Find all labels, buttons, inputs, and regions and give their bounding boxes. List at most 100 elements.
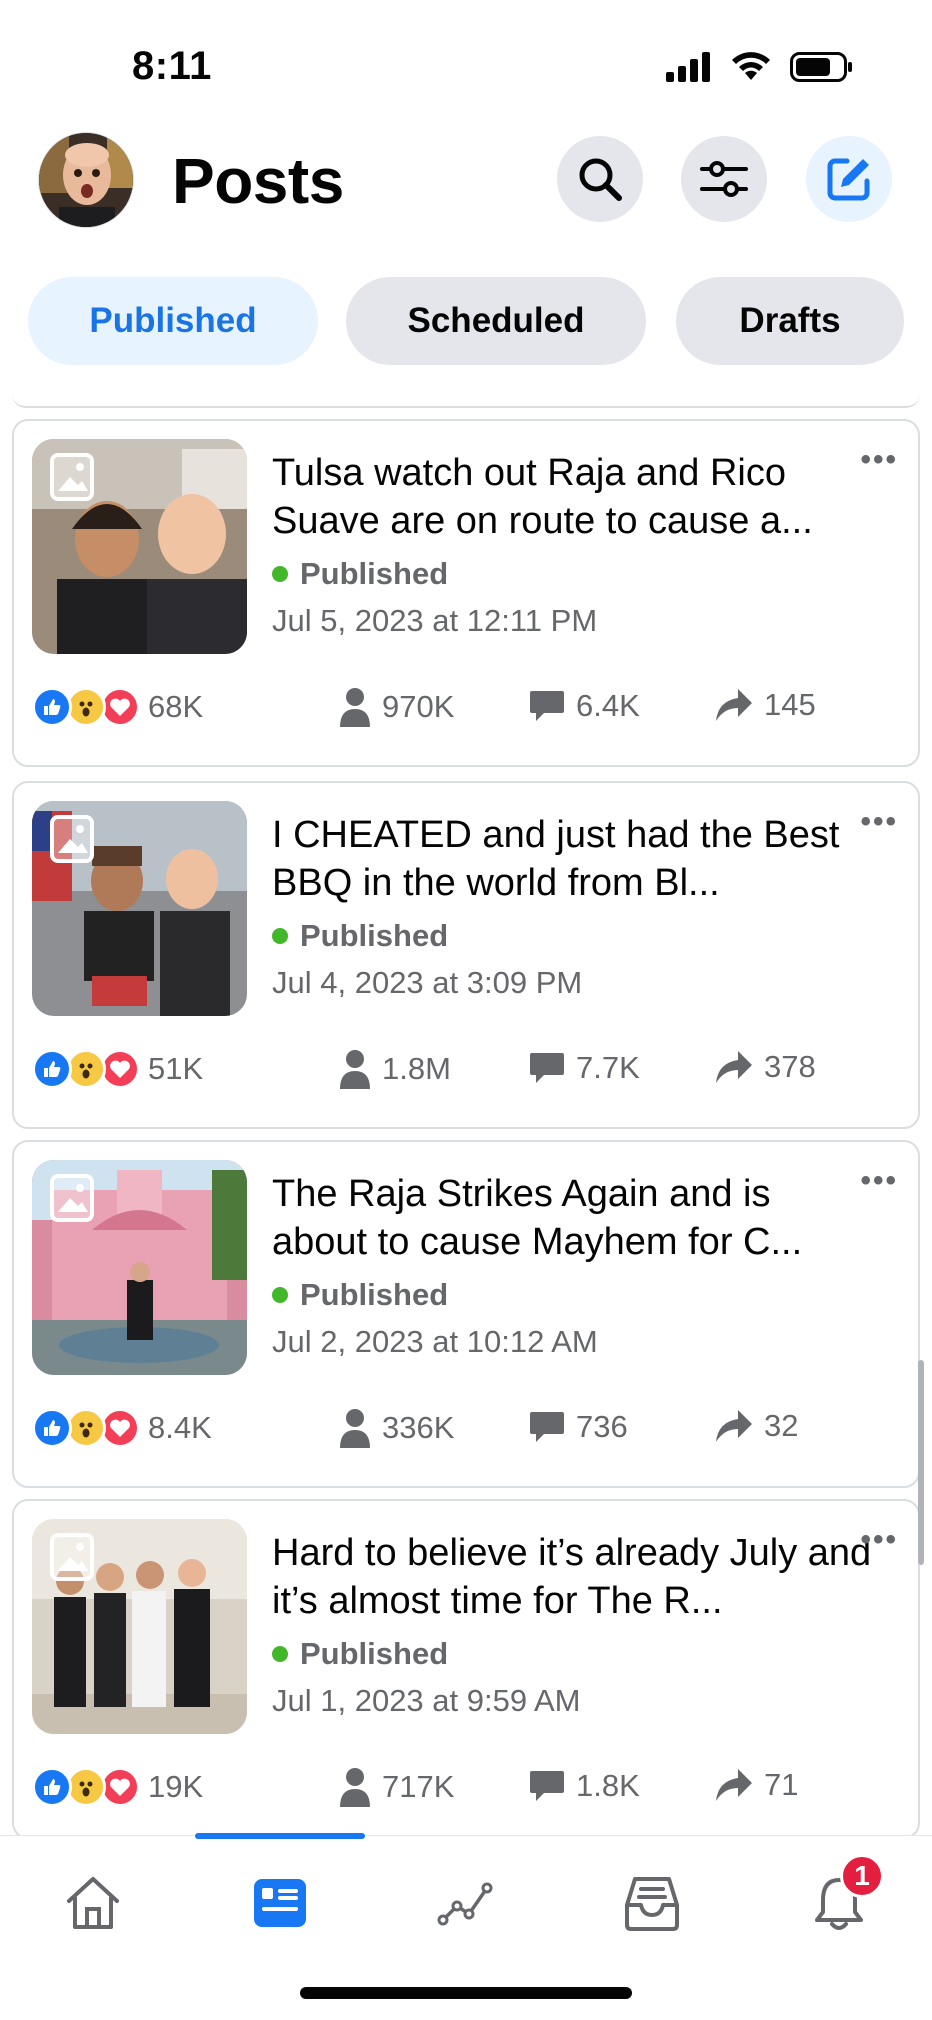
more-options-icon[interactable]: •••: [860, 1523, 898, 1557]
nav-home[interactable]: [58, 1868, 128, 1938]
tab-published[interactable]: Published: [28, 277, 318, 365]
avatar[interactable]: [38, 132, 134, 228]
post-date: Jul 4, 2023 at 3:09 PM: [272, 965, 583, 1000]
reach-count: 717K: [382, 1769, 455, 1804]
post-text: The Raja Strikes Again and is about to c…: [272, 1173, 803, 1263]
status-label: Published: [300, 1277, 449, 1312]
person-icon: [340, 1409, 370, 1448]
insights-icon: [437, 1882, 493, 1926]
post-thumbnail: [32, 1519, 247, 1734]
comments-stat[interactable]: 1.8K: [528, 1767, 640, 1805]
share-icon: [716, 689, 752, 721]
reactions-count: 8.4K: [148, 1410, 212, 1445]
nav-insights[interactable]: [432, 1868, 502, 1938]
reactions-count: 51K: [148, 1051, 204, 1086]
photo-icon: [50, 1174, 94, 1222]
nav-notifications[interactable]: 1: [804, 1854, 884, 1938]
reach-count: 1.8M: [382, 1051, 451, 1086]
published-dot-icon: [272, 1287, 288, 1303]
post-stats: 51K 1.8M 7.7K 378: [32, 1045, 892, 1095]
comments-stat[interactable]: 736: [528, 1408, 628, 1446]
post-stats: 68K 970K 6.4K 145: [32, 683, 892, 733]
post-text: Tulsa watch out Raja and Rico Suave are …: [272, 452, 813, 542]
post-date: Jul 1, 2023 at 9:59 AM: [272, 1683, 581, 1718]
tab-drafts[interactable]: Drafts: [676, 277, 904, 365]
post-date: Jul 5, 2023 at 12:11 PM: [272, 603, 598, 638]
reactions-stat[interactable]: 19K: [32, 1767, 203, 1807]
post-status-tabs: Published Scheduled Drafts: [28, 277, 908, 365]
person-icon: [340, 1768, 370, 1807]
reach-stat[interactable]: 970K: [338, 687, 454, 727]
person-icon: [340, 1050, 370, 1089]
shares-stat[interactable]: 378: [714, 1049, 816, 1085]
post-status: Published: [272, 556, 448, 592]
wow-reaction-icon: [66, 687, 106, 727]
battery-icon: [790, 52, 852, 82]
reactions-stat[interactable]: 8.4K: [32, 1408, 212, 1448]
home-indicator: [300, 1987, 632, 1999]
shares-count: 378: [764, 1049, 816, 1084]
shares-stat[interactable]: 71: [714, 1767, 798, 1803]
reach-stat[interactable]: 717K: [338, 1767, 454, 1807]
comments-count: 736: [576, 1409, 628, 1444]
wifi-icon: [732, 52, 770, 80]
published-dot-icon: [272, 566, 288, 582]
shares-stat[interactable]: 145: [714, 687, 816, 723]
notification-badge: 1: [840, 1854, 884, 1898]
status-label: Published: [300, 556, 449, 591]
reach-stat[interactable]: 336K: [338, 1408, 454, 1448]
post-status: Published: [272, 1277, 448, 1313]
reactions-count: 68K: [148, 689, 204, 724]
share-icon: [716, 1769, 752, 1801]
more-options-icon[interactable]: •••: [860, 805, 898, 839]
more-options-icon[interactable]: •••: [860, 1164, 898, 1198]
inbox-icon: [625, 1877, 679, 1931]
comment-icon: [530, 1412, 564, 1442]
comments-stat[interactable]: 6.4K: [528, 687, 640, 725]
status-icons: [666, 52, 854, 82]
published-dot-icon: [272, 1646, 288, 1662]
reactions-stat[interactable]: 68K: [32, 687, 203, 727]
compose-button[interactable]: [806, 136, 892, 222]
post-stats: 8.4K 336K 736 32: [32, 1404, 892, 1454]
post-card[interactable]: The Raja Strikes Again and is about to c…: [12, 1140, 920, 1488]
love-reaction-icon: [100, 687, 140, 727]
post-stats: 19K 717K 1.8K 71: [32, 1763, 892, 1813]
comments-count: 6.4K: [576, 688, 640, 723]
post-thumbnail: [32, 439, 247, 654]
scrollbar[interactable]: [918, 1360, 924, 1565]
status-time: 8:11: [132, 44, 212, 88]
compose-icon: [827, 158, 870, 201]
tab-scheduled[interactable]: Scheduled: [346, 277, 646, 365]
status-label: Published: [300, 1636, 449, 1671]
post-thumbnail: [32, 1160, 247, 1375]
nav-inbox[interactable]: [617, 1868, 687, 1938]
reach-stat[interactable]: 1.8M: [338, 1049, 451, 1089]
nav-posts[interactable]: [245, 1868, 315, 1938]
share-icon: [716, 1051, 752, 1083]
reactions-stat[interactable]: 51K: [32, 1049, 203, 1089]
search-button[interactable]: [557, 136, 643, 222]
post-status: Published: [272, 1636, 448, 1672]
shares-count: 32: [764, 1408, 799, 1443]
search-icon: [579, 158, 622, 201]
wow-reaction-icon: [66, 1767, 106, 1807]
love-reaction-icon: [100, 1767, 140, 1807]
post-status: Published: [272, 918, 448, 954]
post-card[interactable]: Tulsa watch out Raja and Rico Suave are …: [12, 419, 920, 767]
like-reaction-icon: [32, 687, 72, 727]
shares-stat[interactable]: 32: [714, 1408, 798, 1444]
like-reaction-icon: [32, 1408, 72, 1448]
more-options-icon[interactable]: •••: [860, 443, 898, 477]
avatar-image: [39, 133, 133, 227]
post-card[interactable]: I CHEATED and just had the Best BBQ in t…: [12, 781, 920, 1129]
comments-stat[interactable]: 7.7K: [528, 1049, 640, 1087]
post-date: Jul 2, 2023 at 10:12 AM: [272, 1324, 598, 1359]
post-card[interactable]: Hard to believe it’s already July and it…: [12, 1499, 920, 1839]
like-reaction-icon: [32, 1049, 72, 1089]
comment-icon: [530, 1053, 564, 1083]
comments-count: 1.8K: [576, 1768, 640, 1803]
post-text: I CHEATED and just had the Best BBQ in t…: [272, 814, 840, 904]
filter-button[interactable]: [681, 136, 767, 222]
posts-icon: [254, 1879, 306, 1927]
